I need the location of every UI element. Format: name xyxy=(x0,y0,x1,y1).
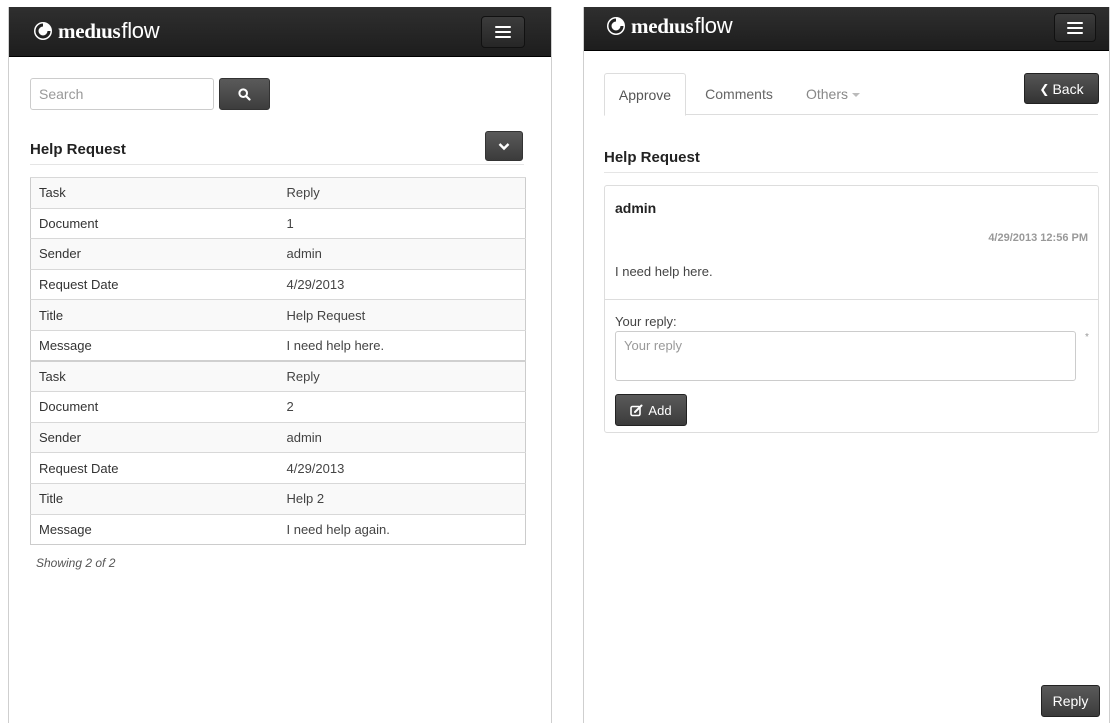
reply-button-label: Reply xyxy=(1052,693,1089,709)
hamburger-icon xyxy=(495,26,511,28)
card-divider xyxy=(605,299,1098,300)
table-row[interactable]: Request Date 4/29/2013 xyxy=(30,452,526,484)
field-label: Request Date xyxy=(30,268,279,300)
field-value: 4/29/2013 xyxy=(278,268,526,300)
results-table: Task Reply Document 1 Sender admin Request … xyxy=(30,177,526,546)
required-indicator: * xyxy=(1085,332,1089,343)
edit-icon xyxy=(630,404,643,416)
table-row[interactable]: Task Reply xyxy=(30,360,526,392)
navbar: medıus flow xyxy=(584,7,1109,51)
tab-approve[interactable]: Approve xyxy=(604,73,686,116)
chevron-left-icon: ❮ xyxy=(1039,81,1050,96)
field-value: admin xyxy=(278,238,526,270)
page-title: Help Request xyxy=(604,149,700,166)
comment-author: admin xyxy=(615,200,657,216)
left-phone-screen: medıus flow Help Request TaskReply Docum… xyxy=(8,7,552,723)
field-label: Task xyxy=(30,360,279,392)
brand-name-bold: medıus xyxy=(631,13,694,38)
field-value: Help Request xyxy=(278,299,526,331)
table-row[interactable]: Document 2 xyxy=(30,391,526,423)
search-button[interactable] xyxy=(219,78,270,110)
field-value: 2 xyxy=(278,391,526,423)
reply-textarea[interactable] xyxy=(615,331,1076,381)
record-group: Task Reply Document 1 Sender admin Request … xyxy=(30,177,526,362)
back-button-label: Back xyxy=(1052,80,1084,97)
field-label: Title xyxy=(30,482,279,515)
back-button[interactable]: ❮ Back xyxy=(1024,73,1099,104)
tab-label: Comments xyxy=(705,86,773,102)
table-row[interactable]: Sender admin xyxy=(30,238,526,270)
field-value: 4/29/2013 xyxy=(278,452,526,484)
brand-name-light: flow xyxy=(694,13,733,38)
table-row[interactable]: Title Help 2 xyxy=(30,482,526,515)
tab-others-dropdown[interactable]: Others xyxy=(794,73,872,115)
title-divider xyxy=(604,172,1098,173)
add-button-label: Add xyxy=(648,402,672,418)
hamburger-icon xyxy=(1067,21,1083,24)
table-row[interactable]: Message I need help here. xyxy=(30,329,526,362)
chevron-down-icon xyxy=(498,142,510,150)
hamburger-menu-button[interactable] xyxy=(481,16,525,48)
reply-field-label: Your reply: xyxy=(615,314,677,329)
field-value: 1 xyxy=(278,207,526,239)
search-input[interactable] xyxy=(30,78,214,110)
field-label: Sender xyxy=(30,238,279,270)
comment-body: I need help here. xyxy=(615,264,713,279)
table-row[interactable]: Document 1 xyxy=(30,207,526,239)
comment-timestamp: 4/29/2013 12:56 PM xyxy=(988,232,1088,244)
hamburger-menu-button[interactable] xyxy=(1054,13,1096,42)
table-row[interactable]: Message I need help again. xyxy=(30,513,526,545)
tab-comments[interactable]: Comments xyxy=(694,73,784,115)
field-label: Document xyxy=(30,207,279,239)
brand-logo[interactable]: medıus flow xyxy=(606,11,733,41)
brand-name-bold: medıus xyxy=(58,18,121,43)
medusflow-logo-icon xyxy=(607,17,625,35)
field-value: Help 2 xyxy=(278,482,526,515)
field-value: Reply xyxy=(278,177,526,209)
page-title: Help Request xyxy=(30,141,126,158)
navbar: medıus flow xyxy=(9,7,551,57)
table-row[interactable]: Title Help Request xyxy=(30,299,526,331)
right-phone-screen: medıus flow Approve Comments Others ❮ Ba… xyxy=(583,7,1110,723)
field-label: Sender xyxy=(30,421,279,453)
medusflow-logo-icon xyxy=(34,22,52,40)
field-label: Message xyxy=(30,329,279,362)
field-label: Message xyxy=(30,513,279,545)
table-row[interactable]: Task Reply xyxy=(30,177,526,209)
reply-button[interactable]: Reply xyxy=(1041,685,1100,717)
field-value: I need help again. xyxy=(278,513,526,545)
brand-logo[interactable]: medıus flow xyxy=(33,16,160,46)
brand-name-light: flow xyxy=(121,18,160,43)
field-value: I need help here. xyxy=(278,329,526,362)
field-value: admin xyxy=(278,421,526,453)
field-label: Document xyxy=(30,391,279,423)
field-label: Task xyxy=(30,177,279,209)
title-divider xyxy=(30,164,524,165)
record-group: Task Reply Document 2 Sender admin Request … xyxy=(30,360,526,545)
table-row[interactable]: Sender admin xyxy=(30,421,526,453)
tab-label: Others xyxy=(805,86,848,102)
tab-label: Approve xyxy=(618,86,672,103)
search-icon xyxy=(238,87,251,101)
field-label: Request Date xyxy=(30,452,279,484)
comment-card: admin 4/29/2013 12:56 PM I need help her… xyxy=(604,185,1099,433)
collapse-toggle-button[interactable] xyxy=(485,131,523,161)
field-label: Title xyxy=(30,299,279,331)
add-comment-button[interactable]: Add xyxy=(615,394,687,426)
caret-down-icon xyxy=(852,93,860,97)
field-value: Reply xyxy=(278,360,526,392)
table-row[interactable]: Request Date 4/29/2013 xyxy=(30,268,526,300)
result-count: Showing 2 of 2 xyxy=(36,556,116,570)
